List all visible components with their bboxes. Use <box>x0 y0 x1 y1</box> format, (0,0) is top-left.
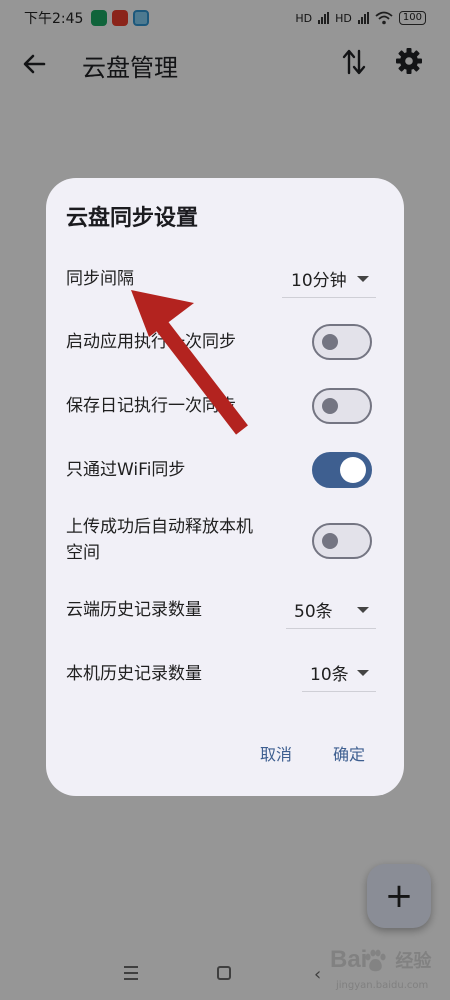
sync-on-save-switch[interactable] <box>312 388 372 424</box>
switch-knob <box>322 533 338 549</box>
sync-settings-dialog: 云盘同步设置 同步间隔 10分钟 启动应用执行一次同步 保存日记执行一次同步 只… <box>46 178 404 796</box>
sync-on-launch-switch[interactable] <box>312 324 372 360</box>
dialog-title: 云盘同步设置 <box>66 206 199 231</box>
switch-knob <box>340 457 366 483</box>
local-history-label: 本机历史记录数量 <box>66 664 202 684</box>
wifi-only-label: 只通过WiFi同步 <box>66 460 186 480</box>
cloud-history-dropdown[interactable]: 50条 <box>286 589 376 629</box>
sync-on-launch-label: 启动应用执行一次同步 <box>66 332 236 352</box>
cloud-history-label: 云端历史记录数量 <box>66 600 202 620</box>
free-space-label-line2: 空间 <box>66 543 100 563</box>
sync-interval-value: 10分钟 <box>291 271 347 291</box>
switch-knob <box>322 398 338 414</box>
wifi-only-switch[interactable] <box>312 452 372 488</box>
sync-interval-dropdown[interactable]: 10分钟 <box>282 258 376 298</box>
sync-interval-label: 同步间隔 <box>66 269 134 289</box>
chevron-down-icon <box>357 276 369 282</box>
chevron-down-icon <box>357 607 369 613</box>
local-history-value: 10条 <box>310 665 349 685</box>
free-space-label-line1: 上传成功后自动释放本机 <box>66 517 253 537</box>
switch-knob <box>322 334 338 350</box>
cancel-button[interactable]: 取消 <box>260 741 292 765</box>
confirm-button[interactable]: 确定 <box>333 741 365 765</box>
free-space-switch[interactable] <box>312 523 372 559</box>
chevron-down-icon <box>357 670 369 676</box>
sync-on-save-label: 保存日记执行一次同步 <box>66 396 236 416</box>
cloud-history-value: 50条 <box>294 602 333 622</box>
local-history-dropdown[interactable]: 10条 <box>302 652 376 692</box>
